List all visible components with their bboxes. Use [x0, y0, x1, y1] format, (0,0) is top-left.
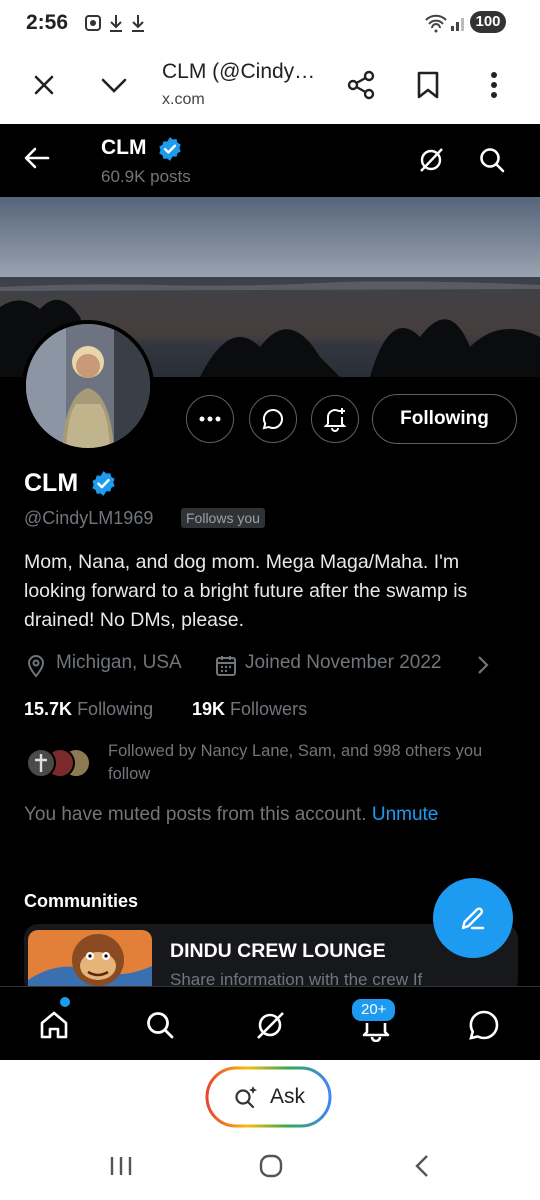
more-vert-icon[interactable] — [486, 70, 502, 100]
verified-badge-icon — [90, 470, 117, 497]
screenshot-icon — [84, 14, 102, 32]
notifications-badge: 20+ — [350, 997, 398, 1023]
compose-post-button[interactable] — [433, 878, 513, 958]
profile-page: CLM 60.9K posts Following CLM @CindyLM19… — [0, 124, 540, 1060]
followers-label: Followers — [230, 699, 308, 719]
followers-count-link[interactable]: 19K Followers — [192, 699, 307, 720]
message-button[interactable] — [249, 395, 297, 443]
bottom-tab-bar: 20+ — [0, 986, 540, 1060]
profile-name: CLM — [24, 469, 79, 497]
unmute-link[interactable]: Unmute — [372, 804, 439, 825]
header-post-count: 60.9K posts — [101, 167, 191, 186]
chat-bubble-icon — [262, 408, 283, 430]
followed-by-text[interactable]: Followed by Nancy Lane, Sam, and 998 oth… — [108, 740, 518, 786]
status-time: 2:56 — [26, 11, 69, 34]
bell-plus-icon — [323, 408, 347, 432]
location-pin-icon — [25, 654, 47, 678]
back-arrow-icon[interactable] — [24, 146, 50, 170]
tab-title: CLM (@Cindy… — [162, 60, 316, 83]
home-icon — [40, 1011, 68, 1039]
chevron-down-icon[interactable] — [99, 73, 129, 97]
home-unread-dot — [60, 997, 70, 1007]
battery-indicator: 100 — [470, 11, 506, 33]
wifi-icon — [424, 13, 448, 33]
system-nav-bar — [0, 1142, 540, 1200]
home-tab[interactable] — [34, 1005, 74, 1045]
profile-handle: @CindyLM1969 — [24, 508, 154, 528]
muted-text: You have muted posts from this account. — [24, 804, 367, 825]
more-horiz-icon — [199, 416, 221, 422]
search-tab[interactable] — [140, 1005, 180, 1045]
ask-button[interactable]: Ask — [205, 1066, 332, 1128]
download-icon — [130, 13, 146, 33]
home-button-icon[interactable] — [258, 1153, 284, 1179]
followers-count: 19K — [192, 699, 226, 719]
close-icon[interactable] — [30, 71, 58, 99]
communities-heading: Communities — [24, 891, 139, 911]
grok-tab[interactable] — [250, 1005, 290, 1045]
browser-toolbar: CLM (@Cindy… x.com — [0, 46, 540, 125]
following-button[interactable]: Following — [372, 394, 517, 444]
grok-icon — [257, 1012, 284, 1039]
notify-button[interactable] — [311, 395, 359, 443]
following-label: Following — [77, 699, 154, 719]
verified-badge-icon — [157, 136, 183, 162]
profile-bio: Mom, Nana, and dog mom. Mega Maga/Maha. … — [24, 551, 468, 631]
recent-apps-icon[interactable] — [108, 1154, 134, 1178]
chat-bubble-icon — [469, 1010, 499, 1040]
tab-url: x.com — [162, 91, 205, 108]
search-icon[interactable] — [478, 146, 506, 174]
share-icon[interactable] — [345, 69, 377, 101]
ask-label: Ask — [269, 1085, 305, 1108]
avatar[interactable] — [22, 320, 154, 452]
more-options-button[interactable] — [186, 395, 234, 443]
ask-pill-border — [205, 1066, 332, 1128]
status-bar: 2:56 100 — [0, 0, 540, 46]
following-count: 15.7K — [24, 699, 73, 719]
mutual-followers-avatars[interactable] — [24, 746, 94, 780]
back-nav-icon[interactable] — [412, 1153, 432, 1179]
header-name: CLM — [101, 136, 147, 159]
community-thumbnail — [28, 930, 152, 994]
messages-tab[interactable] — [464, 1005, 504, 1045]
profile-location: Michigan, USA — [56, 652, 182, 673]
battery-level: 100 — [475, 13, 501, 30]
grok-icon[interactable] — [417, 146, 445, 174]
search-icon — [147, 1012, 174, 1039]
assistant-bar: Ask — [0, 1060, 540, 1142]
compose-icon — [461, 907, 485, 930]
bookmark-icon[interactable] — [415, 70, 441, 100]
signal-icon — [450, 14, 468, 32]
calendar-icon — [215, 654, 237, 678]
following-count-link[interactable]: 15.7K Following — [24, 699, 153, 720]
follows-you-badge: Follows you — [181, 508, 265, 528]
chevron-right-icon[interactable] — [476, 654, 490, 676]
ai-search-icon — [235, 1086, 257, 1109]
community-name: DINDU CREW LOUNGE — [170, 940, 386, 962]
profile-joined: Joined November 2022 — [245, 652, 442, 673]
download-icon — [108, 13, 124, 33]
muted-notice: You have muted posts from this account. … — [24, 804, 438, 826]
